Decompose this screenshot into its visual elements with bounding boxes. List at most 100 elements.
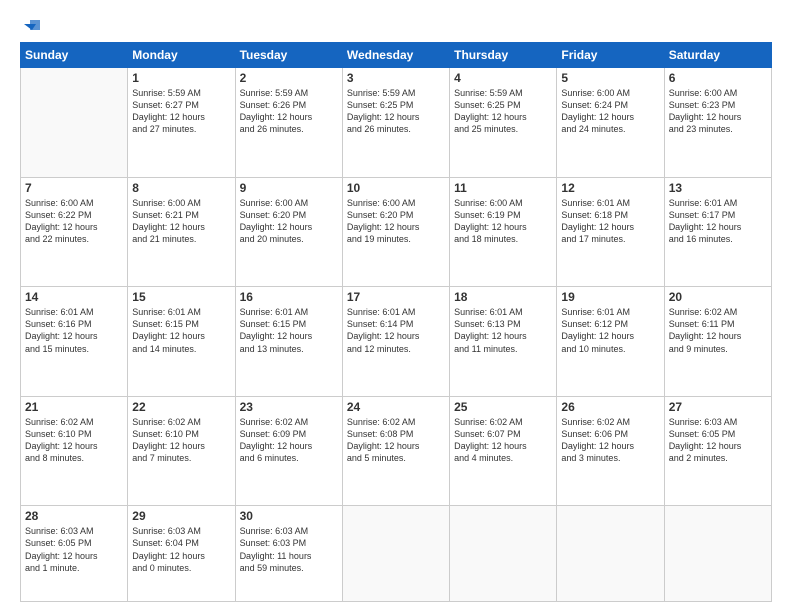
day-number: 17: [347, 290, 445, 304]
weekday-header-sunday: Sunday: [21, 43, 128, 68]
calendar-cell: 5 Sunrise: 6:00 AM Sunset: 6:24 PM Daylig…: [557, 68, 664, 178]
calendar-cell: 26 Sunrise: 6:02 AM Sunset: 6:06 PM Dayli…: [557, 396, 664, 506]
day-info: Sunrise: 6:01 AM Sunset: 6:12 PM Dayligh…: [561, 306, 659, 355]
day-number: 10: [347, 181, 445, 195]
page: SundayMondayTuesdayWednesdayThursdayFrid…: [0, 0, 792, 612]
day-info: Sunrise: 6:00 AM Sunset: 6:20 PM Dayligh…: [347, 197, 445, 246]
day-info: Sunrise: 6:01 AM Sunset: 6:18 PM Dayligh…: [561, 197, 659, 246]
calendar-cell: 10 Sunrise: 6:00 AM Sunset: 6:20 PM Dayli…: [342, 177, 449, 287]
day-info: Sunrise: 6:02 AM Sunset: 6:11 PM Dayligh…: [669, 306, 767, 355]
calendar-cell: [21, 68, 128, 178]
day-info: Sunrise: 6:03 AM Sunset: 6:05 PM Dayligh…: [25, 525, 123, 574]
calendar-week-3: 14 Sunrise: 6:01 AM Sunset: 6:16 PM Dayli…: [21, 287, 772, 397]
weekday-header-monday: Monday: [128, 43, 235, 68]
day-info: Sunrise: 6:02 AM Sunset: 6:09 PM Dayligh…: [240, 416, 338, 465]
day-number: 9: [240, 181, 338, 195]
day-number: 26: [561, 400, 659, 414]
day-info: Sunrise: 6:02 AM Sunset: 6:10 PM Dayligh…: [132, 416, 230, 465]
day-number: 19: [561, 290, 659, 304]
calendar-cell: 30Sunrise: 6:03 AM Sunset: 6:03 PM Dayli…: [235, 506, 342, 602]
day-info: Sunrise: 6:01 AM Sunset: 6:15 PM Dayligh…: [240, 306, 338, 355]
calendar-cell: 7 Sunrise: 6:00 AM Sunset: 6:22 PM Daylig…: [21, 177, 128, 287]
day-number: 5: [561, 71, 659, 85]
calendar-cell: 14 Sunrise: 6:01 AM Sunset: 6:16 PM Dayli…: [21, 287, 128, 397]
day-number: 13: [669, 181, 767, 195]
day-info: Sunrise: 5:59 AM Sunset: 6:27 PM Dayligh…: [132, 87, 230, 136]
day-number: 27: [669, 400, 767, 414]
calendar-cell: [557, 506, 664, 602]
calendar-cell: 3 Sunrise: 5:59 AM Sunset: 6:25 PM Daylig…: [342, 68, 449, 178]
day-info: Sunrise: 5:59 AM Sunset: 6:25 PM Dayligh…: [347, 87, 445, 136]
calendar-cell: 22 Sunrise: 6:02 AM Sunset: 6:10 PM Dayli…: [128, 396, 235, 506]
calendar-cell: 27 Sunrise: 6:03 AM Sunset: 6:05 PM Dayli…: [664, 396, 771, 506]
calendar-week-5: 28 Sunrise: 6:03 AM Sunset: 6:05 PM Dayli…: [21, 506, 772, 602]
day-number: 15: [132, 290, 230, 304]
weekday-header-tuesday: Tuesday: [235, 43, 342, 68]
calendar-cell: 6 Sunrise: 6:00 AM Sunset: 6:23 PM Daylig…: [664, 68, 771, 178]
day-info: Sunrise: 6:02 AM Sunset: 6:08 PM Dayligh…: [347, 416, 445, 465]
day-info: Sunrise: 6:01 AM Sunset: 6:15 PM Dayligh…: [132, 306, 230, 355]
day-number: 2: [240, 71, 338, 85]
day-number: 28: [25, 509, 123, 523]
header: [20, 18, 772, 32]
calendar-cell: 8 Sunrise: 6:00 AM Sunset: 6:21 PM Daylig…: [128, 177, 235, 287]
calendar-cell: 17Sunrise: 6:01 AM Sunset: 6:14 PM Dayli…: [342, 287, 449, 397]
day-info: Sunrise: 5:59 AM Sunset: 6:25 PM Dayligh…: [454, 87, 552, 136]
logo-icon: [22, 18, 42, 32]
day-number: 3: [347, 71, 445, 85]
day-number: 23: [240, 400, 338, 414]
day-info: Sunrise: 6:03 AM Sunset: 6:04 PM Dayligh…: [132, 525, 230, 574]
calendar-cell: 1 Sunrise: 5:59 AM Sunset: 6:27 PM Daylig…: [128, 68, 235, 178]
day-number: 8: [132, 181, 230, 195]
day-number: 14: [25, 290, 123, 304]
day-info: Sunrise: 6:00 AM Sunset: 6:24 PM Dayligh…: [561, 87, 659, 136]
day-number: 29: [132, 509, 230, 523]
calendar-cell: 20 Sunrise: 6:02 AM Sunset: 6:11 PM Dayli…: [664, 287, 771, 397]
calendar-cell: 18Sunrise: 6:01 AM Sunset: 6:13 PM Dayli…: [450, 287, 557, 397]
calendar-cell: [342, 506, 449, 602]
day-number: 25: [454, 400, 552, 414]
weekday-header-friday: Friday: [557, 43, 664, 68]
weekday-header-wednesday: Wednesday: [342, 43, 449, 68]
calendar-cell: [450, 506, 557, 602]
day-number: 24: [347, 400, 445, 414]
day-number: 20: [669, 290, 767, 304]
day-info: Sunrise: 6:00 AM Sunset: 6:23 PM Dayligh…: [669, 87, 767, 136]
calendar-cell: 2 Sunrise: 5:59 AM Sunset: 6:26 PM Daylig…: [235, 68, 342, 178]
weekday-header-thursday: Thursday: [450, 43, 557, 68]
day-info: Sunrise: 6:00 AM Sunset: 6:20 PM Dayligh…: [240, 197, 338, 246]
calendar-cell: 9 Sunrise: 6:00 AM Sunset: 6:20 PM Daylig…: [235, 177, 342, 287]
calendar-week-4: 21Sunrise: 6:02 AM Sunset: 6:10 PM Dayli…: [21, 396, 772, 506]
day-info: Sunrise: 6:01 AM Sunset: 6:13 PM Dayligh…: [454, 306, 552, 355]
day-info: Sunrise: 6:00 AM Sunset: 6:19 PM Dayligh…: [454, 197, 552, 246]
calendar-table: SundayMondayTuesdayWednesdayThursdayFrid…: [20, 42, 772, 602]
day-info: Sunrise: 6:01 AM Sunset: 6:16 PM Dayligh…: [25, 306, 123, 355]
calendar-cell: 13 Sunrise: 6:01 AM Sunset: 6:17 PM Dayli…: [664, 177, 771, 287]
day-info: Sunrise: 6:02 AM Sunset: 6:06 PM Dayligh…: [561, 416, 659, 465]
day-info: Sunrise: 6:01 AM Sunset: 6:17 PM Dayligh…: [669, 197, 767, 246]
logo: [20, 18, 42, 32]
day-number: 4: [454, 71, 552, 85]
day-info: Sunrise: 6:03 AM Sunset: 6:03 PM Dayligh…: [240, 525, 338, 574]
day-number: 22: [132, 400, 230, 414]
day-number: 16: [240, 290, 338, 304]
calendar-cell: 11Sunrise: 6:00 AM Sunset: 6:19 PM Dayli…: [450, 177, 557, 287]
calendar-cell: 21Sunrise: 6:02 AM Sunset: 6:10 PM Dayli…: [21, 396, 128, 506]
calendar-header-row: SundayMondayTuesdayWednesdayThursdayFrid…: [21, 43, 772, 68]
day-info: Sunrise: 6:02 AM Sunset: 6:07 PM Dayligh…: [454, 416, 552, 465]
day-info: Sunrise: 5:59 AM Sunset: 6:26 PM Dayligh…: [240, 87, 338, 136]
calendar-cell: 4 Sunrise: 5:59 AM Sunset: 6:25 PM Daylig…: [450, 68, 557, 178]
day-info: Sunrise: 6:00 AM Sunset: 6:21 PM Dayligh…: [132, 197, 230, 246]
day-number: 7: [25, 181, 123, 195]
calendar-cell: 19 Sunrise: 6:01 AM Sunset: 6:12 PM Dayli…: [557, 287, 664, 397]
day-number: 6: [669, 71, 767, 85]
day-info: Sunrise: 6:02 AM Sunset: 6:10 PM Dayligh…: [25, 416, 123, 465]
day-number: 12: [561, 181, 659, 195]
calendar-week-1: 1 Sunrise: 5:59 AM Sunset: 6:27 PM Daylig…: [21, 68, 772, 178]
calendar-cell: 16 Sunrise: 6:01 AM Sunset: 6:15 PM Dayli…: [235, 287, 342, 397]
calendar-cell: 12 Sunrise: 6:01 AM Sunset: 6:18 PM Dayli…: [557, 177, 664, 287]
calendar-cell: [664, 506, 771, 602]
day-number: 1: [132, 71, 230, 85]
day-info: Sunrise: 6:03 AM Sunset: 6:05 PM Dayligh…: [669, 416, 767, 465]
day-info: Sunrise: 6:00 AM Sunset: 6:22 PM Dayligh…: [25, 197, 123, 246]
